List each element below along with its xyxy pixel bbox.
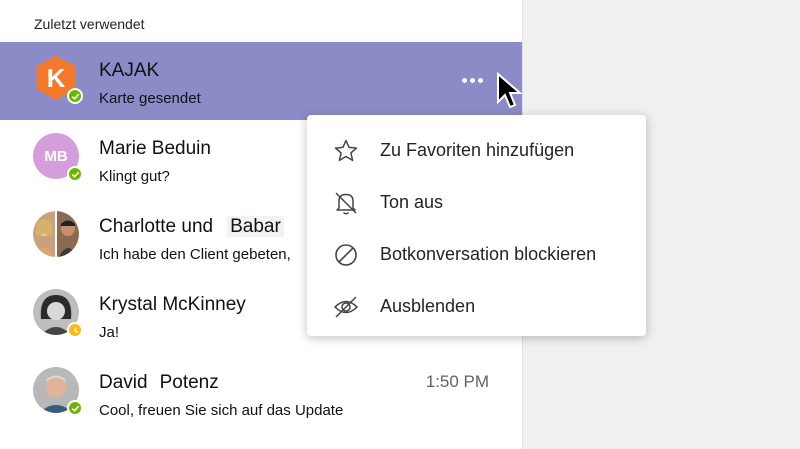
chat-row-kajak[interactable]: K KAJAK Karte gesendet bbox=[0, 42, 523, 120]
chat-preview: Klingt gut? bbox=[99, 168, 170, 185]
status-available-icon bbox=[67, 166, 83, 182]
chat-preview: Karte gesendet bbox=[99, 90, 201, 107]
status-available-icon bbox=[67, 400, 83, 416]
chat-name: Krystal McKinney bbox=[99, 294, 246, 315]
menu-item-label: Ton aus bbox=[380, 192, 444, 212]
chat-name: Marie Beduin bbox=[99, 138, 211, 159]
avatar bbox=[33, 289, 83, 338]
avatar-initials: MB bbox=[44, 147, 68, 165]
chat-name: Charlotte und Babar bbox=[99, 216, 284, 238]
avatar: K bbox=[33, 55, 83, 104]
chat-name: KAJAK bbox=[99, 60, 160, 81]
mouse-cursor-icon bbox=[497, 72, 523, 109]
bell-muted-icon bbox=[335, 192, 357, 215]
menu-item-hide[interactable]: Ausblenden bbox=[307, 281, 646, 333]
avatar: MB bbox=[33, 133, 83, 182]
avatar-initials: K bbox=[47, 65, 66, 93]
menu-item-add-favorite[interactable]: Zu Favoriten hinzufügen bbox=[307, 125, 646, 177]
menu-item-label: Botkonversation blockieren bbox=[380, 244, 597, 264]
group-avatar bbox=[33, 211, 79, 257]
section-title: Zuletzt verwendet bbox=[34, 16, 145, 32]
status-away-icon bbox=[67, 322, 83, 338]
chat-preview: Ich habe den Client gebeten, bbox=[99, 246, 291, 263]
star-icon bbox=[334, 139, 358, 162]
block-icon bbox=[335, 244, 357, 266]
group-photo-icon bbox=[33, 211, 79, 257]
chat-preview: Cool, freuen Sie sich auf das Update bbox=[99, 402, 344, 419]
menu-item-block-bot[interactable]: Botkonversation blockieren bbox=[307, 229, 646, 281]
chat-preview: Ja! bbox=[99, 324, 120, 341]
menu-item-mute[interactable]: Ton aus bbox=[307, 177, 646, 229]
chat-name: David Potenz bbox=[99, 372, 219, 393]
status-available-icon bbox=[67, 88, 83, 104]
more-options-icon[interactable] bbox=[462, 74, 490, 86]
context-menu: Zu Favoriten hinzufügen Ton aus Botkonve… bbox=[307, 115, 646, 336]
avatar bbox=[33, 367, 83, 416]
chat-row-david-potenz[interactable]: David Potenz Cool, freuen Sie sich auf da… bbox=[0, 354, 522, 432]
chat-timestamp: 1:50 PM bbox=[425, 372, 489, 391]
menu-item-label: Ausblenden bbox=[380, 296, 476, 316]
eye-hidden-icon bbox=[333, 296, 359, 318]
menu-item-label: Zu Favoriten hinzufügen bbox=[380, 140, 575, 160]
